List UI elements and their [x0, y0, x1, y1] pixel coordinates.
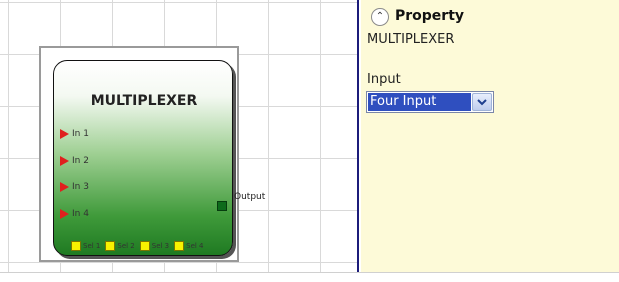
- input-pin-label: In 1: [72, 129, 89, 139]
- input-arrow-icon: [60, 129, 69, 139]
- panel-bottom-border: [361, 272, 619, 273]
- selector-pin-label: Sel 1: [83, 242, 101, 250]
- selected-block-name: MULTIPLEXER: [367, 32, 455, 47]
- block-title: MULTIPLEXER: [90, 93, 198, 109]
- input-pin-label: In 3: [72, 182, 89, 192]
- multiplexer-block[interactable]: MULTIPLEXER In 1 In 2 In 3 In 4 Output S…: [53, 60, 265, 256]
- input-pin-label: In 4: [72, 209, 89, 219]
- chevron-down-icon[interactable]: [472, 93, 492, 111]
- selector-pin-label: Sel 3: [151, 242, 170, 250]
- output-pin-label: Output: [234, 192, 266, 202]
- input-pin-4[interactable]: In 4: [60, 208, 89, 220]
- design-canvas[interactable]: MULTIPLEXER In 1 In 2 In 3 In 4 Output S…: [0, 0, 359, 272]
- selector-pin-1[interactable]: [71, 241, 81, 251]
- selector-pin-label: Sel 4: [186, 242, 204, 250]
- input-count-label: Input: [367, 72, 401, 87]
- input-arrow-icon: [60, 182, 69, 192]
- output-pin[interactable]: [217, 201, 227, 211]
- selector-pin-2[interactable]: [105, 241, 116, 251]
- input-count-select[interactable]: Four Input: [366, 91, 494, 113]
- input-pin-2[interactable]: In 2: [60, 155, 89, 167]
- input-pin-3[interactable]: In 3: [60, 181, 89, 193]
- selector-pin-3[interactable]: [139, 241, 150, 251]
- panel-heading: Property: [395, 8, 465, 24]
- input-pin-1[interactable]: In 1: [60, 128, 89, 140]
- input-arrow-icon: [60, 156, 69, 166]
- input-pin-label: In 2: [72, 156, 89, 166]
- selector-pins: Sel 1 Sel 2 Sel 3 Sel 4: [71, 241, 209, 251]
- input-arrow-icon: [60, 209, 69, 219]
- canvas-bottom-border: [0, 272, 361, 273]
- chevron-up-icon[interactable]: ⌃: [371, 8, 389, 26]
- selector-pin-label: Sel 2: [117, 242, 135, 250]
- property-panel: ⌃ Property MULTIPLEXER Input Four Input: [361, 0, 619, 273]
- selector-pin-4[interactable]: [174, 241, 185, 251]
- input-count-value[interactable]: Four Input: [368, 93, 471, 111]
